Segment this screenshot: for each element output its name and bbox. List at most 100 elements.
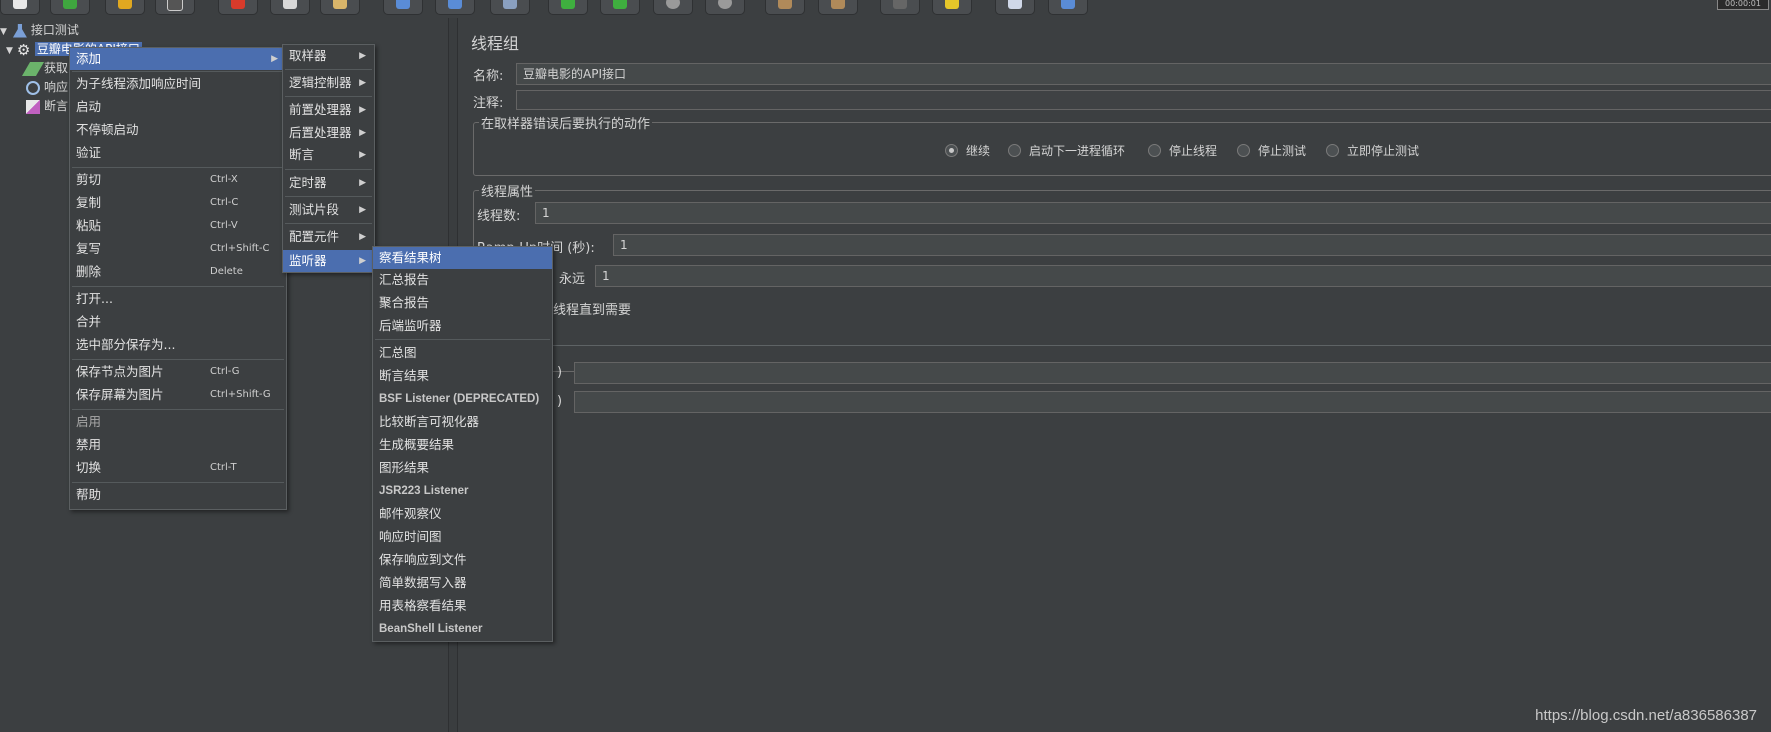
new-plan-button[interactable] [0,0,40,15]
copy-button[interactable] [270,0,310,15]
menu-item-help[interactable]: 帮助 [70,484,286,506]
search-button[interactable] [880,0,920,15]
listener-item-view-results-in-table[interactable]: 用表格察看结果 [373,595,552,617]
listener-item-backend-listener[interactable]: 后端监听器 [373,315,552,337]
submenu-item-listener[interactable]: 监听器 ▶ [283,250,374,272]
listener-item-assertion-results[interactable]: 断言结果 [373,365,552,387]
radio-continue[interactable]: 继续 [945,142,990,159]
submenu-item-pre-processor[interactable]: 前置处理器 ▶ [283,99,374,121]
start-button[interactable] [548,0,588,15]
menu-item-label: 复制 [76,195,102,210]
paste-button[interactable] [320,0,360,15]
submenu-item-post-processor[interactable]: 后置处理器 ▶ [283,122,374,144]
menu-item-start[interactable]: 启动 [70,96,286,118]
submenu-item-logic-controller[interactable]: 逻辑控制器 ▶ [283,72,374,94]
name-field[interactable]: 豆瓣电影的API接口 [516,63,1771,85]
menu-item-label: 前置处理器 [289,102,352,117]
menu-item-save-screen-image[interactable]: 保存屏幕为图片 Ctrl+Shift-G [70,384,286,406]
startup-delay-field[interactable] [574,391,1771,413]
tag-icon [945,0,959,9]
listener-item-aggregate-graph[interactable]: 汇总图 [373,342,552,364]
menu-shortcut: Ctrl-C [210,197,239,208]
radio-stop-test-now[interactable]: 立即停止测试 [1326,142,1419,159]
menu-item-start-no-pause[interactable]: 不停顿启动 [70,119,286,141]
menu-item-save-node-image[interactable]: 保存节点为图片 Ctrl-G [70,361,286,383]
tree-item-assertion[interactable]: 断言 [26,97,68,115]
menu-item-add[interactable]: 添加 ▶ [70,48,286,70]
menu-item-delete[interactable]: 删除 Delete [70,261,286,283]
menu-item-duplicate[interactable]: 复写 Ctrl+Shift-C [70,238,286,260]
reset-search-button[interactable] [932,0,972,15]
listener-item-bsf-listener[interactable]: BSF Listener (DEPRECATED) [373,388,552,410]
templates-button[interactable] [50,0,90,15]
submenu-item-assertion[interactable]: 断言 ▶ [283,144,374,166]
toggle-button[interactable] [490,0,530,15]
rampup-field[interactable]: 1 [613,234,1771,256]
listener-item-jsr223-listener[interactable]: JSR223 Listener [373,480,552,502]
submenu-item-config-element[interactable]: 配置元件 ▶ [283,226,374,248]
radio-stop-test[interactable]: 停止测试 [1237,142,1306,159]
submenu-arrow-icon: ▶ [359,105,366,115]
menu-item-add-think-times[interactable]: 为子线程添加响应时间 [70,73,286,95]
menu-separator [285,196,372,197]
threads-field[interactable]: 1 [535,202,1771,224]
listener-item-response-time-graph[interactable]: 响应时间图 [373,526,552,548]
open-button[interactable] [105,0,145,15]
menu-separator [72,482,284,483]
submenu-item-timer[interactable]: 定时器 ▶ [283,172,374,194]
menu-item-label: 断言 [289,147,315,162]
menu-item-label: 取样器 [289,48,327,63]
menu-item-label: 保存屏幕为图片 [76,387,164,402]
menu-item-disable[interactable]: 禁用 [70,434,286,456]
radio-stop-thread[interactable]: 停止线程 [1148,142,1217,159]
tree-item-label: 断言 [44,99,69,113]
menu-item-label: 剪切 [76,172,102,187]
menu-separator [285,169,372,170]
listener-item-comparison-assertion-visualizer[interactable]: 比较断言可视化器 [373,411,552,433]
save-button[interactable] [155,0,195,15]
page-title: 线程组 [471,34,520,53]
listener-item-generate-summary-results[interactable]: 生成概要结果 [373,434,552,456]
list-icon [1008,0,1022,9]
menu-item-validate[interactable]: 验证 [70,142,286,164]
listener-item-summary-report[interactable]: 汇总报告 [373,269,552,291]
help-button[interactable] [1048,0,1088,15]
menu-item-paste[interactable]: 粘贴 Ctrl-V [70,215,286,237]
listener-item-save-responses-to-file[interactable]: 保存响应到文件 [373,549,552,571]
copy-icon [283,0,297,9]
tree-item-sampler[interactable]: 获取 [21,59,68,77]
listener-item-aggregate-report[interactable]: 聚合报告 [373,292,552,314]
submenu-item-sampler[interactable]: 取样器 ▶ [283,45,374,67]
menu-item-cut[interactable]: 剪切 Ctrl-X [70,169,286,191]
collapse-button[interactable] [435,0,475,15]
menu-item-toggle[interactable]: 切换 Ctrl-T [70,457,286,479]
clear-all-button[interactable] [818,0,858,15]
radio-next-loop[interactable]: 启动下一进程循环 [1008,142,1125,159]
loop-count-field[interactable]: 1 [595,265,1771,287]
menu-item-merge[interactable]: 合并 [70,311,286,333]
menu-item-save-selection-as[interactable]: 选中部分保存为... [70,334,286,356]
menu-item-open[interactable]: 打开... [70,288,286,310]
menu-item-copy[interactable]: 复制 Ctrl-C [70,192,286,214]
expand-button[interactable] [383,0,423,15]
listener-item-mailer-visualizer[interactable]: 邮件观察仪 [373,503,552,525]
listener-item-view-results-tree[interactable]: 察看结果树 [373,247,552,269]
stop-button[interactable] [653,0,693,15]
listener-item-graph-results[interactable]: 图形结果 [373,457,552,479]
menu-item-label: 测试片段 [289,202,340,217]
comment-field[interactable] [516,90,1771,110]
listener-item-beanshell-listener[interactable]: BeanShell Listener [373,618,552,640]
submenu-arrow-icon: ▶ [271,54,278,64]
clear-button[interactable] [765,0,805,15]
cut-button[interactable] [218,0,258,15]
menu-item-label: 汇总报告 [379,272,430,287]
duration-field[interactable] [574,362,1771,384]
submenu-arrow-icon: ▶ [359,178,366,188]
listener-item-simple-data-writer[interactable]: 简单数据写入器 [373,572,552,594]
start-no-pause-button[interactable] [600,0,640,15]
tree-root[interactable]: ▼ 接口测试 [0,21,79,39]
shutdown-button[interactable] [705,0,745,15]
function-helper-button[interactable] [995,0,1035,15]
submenu-item-test-fragment[interactable]: 测试片段 ▶ [283,199,374,221]
tree-item-listener[interactable]: 响应 [26,78,68,96]
